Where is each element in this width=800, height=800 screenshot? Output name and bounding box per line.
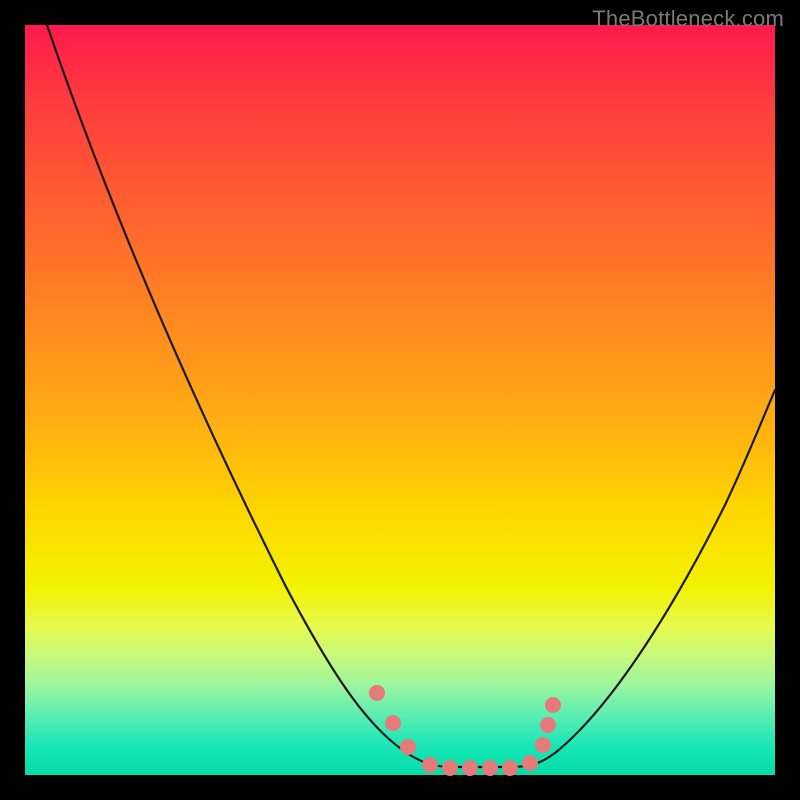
bottleneck-curve xyxy=(47,25,775,767)
chart-frame: TheBottleneck.com xyxy=(0,0,800,800)
watermark-text: TheBottleneck.com xyxy=(592,6,784,32)
marker xyxy=(535,737,551,753)
marker xyxy=(482,760,498,776)
bottleneck-curve-svg xyxy=(25,25,775,775)
marker xyxy=(422,757,438,773)
marker xyxy=(442,760,458,776)
marker xyxy=(462,760,478,776)
marker xyxy=(385,715,401,731)
marker xyxy=(545,697,561,713)
marker xyxy=(522,755,538,771)
plot-area xyxy=(25,25,775,775)
trough-markers xyxy=(369,685,561,776)
marker xyxy=(400,739,416,755)
marker xyxy=(502,760,518,776)
marker xyxy=(369,685,385,701)
marker xyxy=(540,717,556,733)
